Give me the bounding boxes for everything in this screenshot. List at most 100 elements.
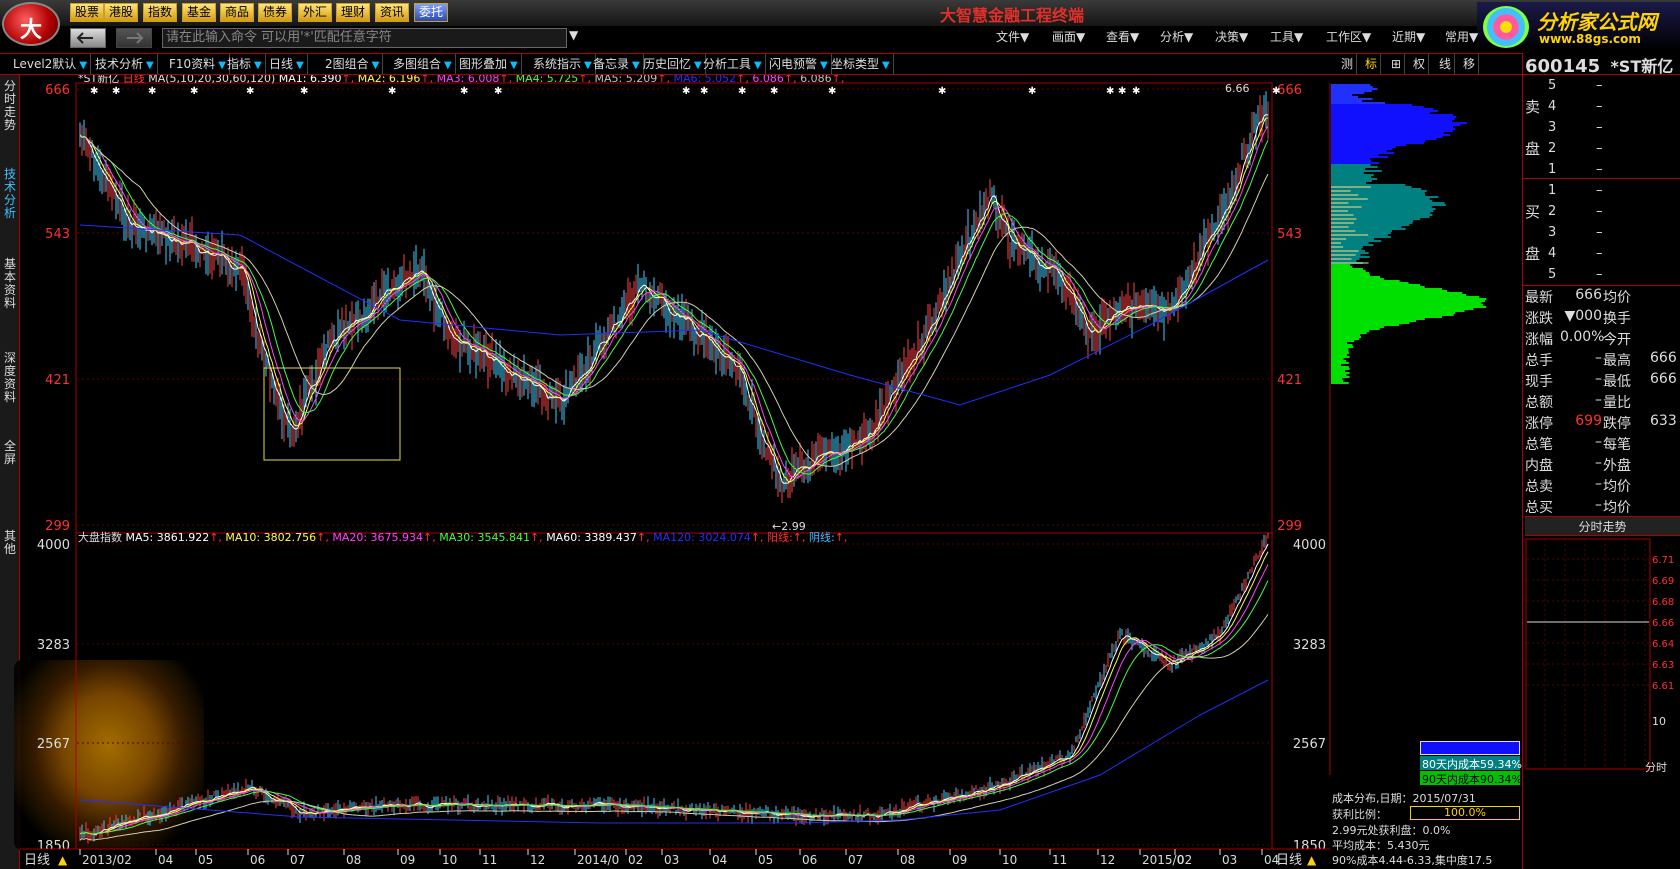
left-tab-3[interactable]: 深度资料: [2, 352, 18, 404]
legend-ma: MA60: 3389.437: [546, 531, 637, 544]
nav-button-4[interactable]: 商品: [220, 3, 255, 22]
bid-label: 买: [1525, 203, 1541, 221]
nav-button-5[interactable]: 债券: [258, 3, 293, 22]
legend-tag: MA(5,10,20,30,60,120): [148, 75, 279, 85]
menu-item-4[interactable]: 决策▼: [1215, 28, 1248, 45]
minute-tick: 6.63: [1652, 660, 1674, 671]
menu-item-5[interactable]: 工具▼: [1270, 28, 1303, 45]
app-logo-icon[interactable]: 大: [2, 2, 60, 46]
menu-item-0[interactable]: 文件▼: [996, 28, 1029, 45]
minute-tick: 6.69: [1652, 576, 1674, 587]
toolbar-item-7[interactable]: 图形叠加 ▼: [456, 54, 522, 74]
bid-level: 1: [1548, 183, 1557, 198]
cost-line: 平均成本：5.430元: [1332, 839, 1430, 852]
quote-label-b: 最高: [1603, 353, 1631, 369]
toolbar-item-12[interactable]: 闪电预警 ▼: [766, 54, 832, 74]
toolbar-right-4[interactable]: 线: [1436, 54, 1456, 74]
toolbar-right-0[interactable]: 测: [1338, 54, 1358, 74]
toolbar-item-8[interactable]: 系统指示 ▼: [530, 54, 596, 74]
quote-label-b: 均价: [1603, 479, 1631, 495]
command-dropdown-icon[interactable]: ▼: [569, 28, 578, 42]
index-tick-right: 2567: [1293, 737, 1326, 752]
quote-label: 总额: [1525, 395, 1553, 411]
legend-arrow: ↑,: [578, 75, 594, 85]
ask-price: –: [1596, 99, 1603, 114]
nav-button-6[interactable]: 外汇: [298, 3, 333, 22]
toolbar-label: 分析工具: [703, 57, 752, 71]
toolbar-item-9[interactable]: 备忘录 ▼: [590, 54, 644, 74]
index-candles: [79, 533, 1269, 844]
cost-box-3: 90天内成本90.34%: [1420, 771, 1522, 786]
toolbar-label: 日线: [269, 57, 294, 71]
quote-value: –: [1595, 455, 1602, 471]
minute-chart-title[interactable]: 分时走势: [1525, 516, 1680, 536]
toolbar-right-5[interactable]: 移: [1460, 54, 1480, 74]
nav-button-8[interactable]: 资讯: [375, 3, 410, 22]
quote-label-b: 量比: [1603, 395, 1631, 411]
quote-value: –: [1595, 350, 1602, 366]
toolbar-item-4[interactable]: 日线 ▼: [266, 54, 308, 74]
minute-chart[interactable]: 6.71 6.69 6.68 6.66 6.64 6.63 6.61 10 分时: [1525, 537, 1680, 777]
star-icon: ✱: [112, 86, 120, 97]
left-tab-0[interactable]: 分时走势: [2, 80, 18, 132]
toolbar-item-6[interactable]: 多图组合 ▼: [390, 54, 456, 74]
triangle-icon[interactable]: ▲: [58, 853, 68, 867]
toolbar-right-1[interactable]: 标: [1362, 54, 1382, 74]
command-input[interactable]: 请在此输入命令 可以用'*'匹配任意字符: [162, 28, 567, 48]
quote-label-b: 今开: [1603, 332, 1631, 348]
back-button[interactable]: [70, 28, 106, 48]
left-tab-5[interactable]: 其他: [2, 530, 18, 556]
legend-ma: MA2: 6.196: [358, 75, 421, 85]
period-label-right[interactable]: 日线: [1276, 853, 1302, 868]
forward-button[interactable]: [116, 28, 152, 48]
toolbar-right-2[interactable]: ⊞: [1388, 54, 1406, 74]
left-tab-1[interactable]: 技术分析: [2, 168, 18, 220]
left-tab-4[interactable]: 全屏: [2, 440, 18, 466]
x-tick-label: 10: [442, 853, 457, 867]
nav-button-2[interactable]: 指数: [143, 3, 178, 22]
toolbar-item-10[interactable]: 历史回忆 ▼: [640, 54, 706, 74]
nav-button-9[interactable]: 委托: [414, 3, 449, 22]
nav-button-0[interactable]: 股票: [70, 3, 105, 22]
quote-label-b: 跌停: [1603, 416, 1631, 432]
toolbar-item-0[interactable]: Level2默认 ▼: [10, 54, 92, 74]
dropdown-arrow-icon: ▼: [146, 60, 154, 71]
menu-item-7[interactable]: 近期▼: [1392, 28, 1425, 45]
toolbar-label: 图形叠加: [459, 57, 508, 71]
toolbar-item-5[interactable]: 2图组合 ▼: [322, 54, 384, 74]
toolbar-item-2[interactable]: F10资料 ▼: [166, 54, 230, 74]
flower-logo-icon: [1483, 6, 1529, 48]
legend-ma: MA30: 3545.841: [439, 531, 530, 544]
star-icon: ✱: [770, 86, 778, 97]
menu-item-8[interactable]: 常用▼: [1445, 28, 1478, 45]
quote-label: 内盘: [1525, 458, 1553, 474]
dropdown-arrow-icon: ▼: [882, 60, 890, 71]
period-label[interactable]: 日线: [24, 853, 50, 868]
toolbar-item-3[interactable]: 指标 ▼: [224, 54, 266, 74]
toolbar-label: 2图组合: [325, 57, 369, 71]
ask-level: 3: [1548, 120, 1557, 135]
chart-area[interactable]: 666 666 543 543 421 421 299 299 4000 4000 3283 3283…: [0, 75, 1522, 869]
toolbar-item-1[interactable]: 技术分析 ▼: [92, 54, 158, 74]
toolbar-item-13[interactable]: 坐标类型 ▼: [828, 54, 894, 74]
star-icon: ✱: [1132, 86, 1140, 97]
nav-button-1[interactable]: 港股: [104, 3, 139, 22]
left-tab-2[interactable]: 基本资料: [2, 258, 18, 310]
menu-item-3[interactable]: 分析▼: [1160, 28, 1193, 45]
nav-button-7[interactable]: 理财: [336, 3, 371, 22]
brand-url: www.88gs.com: [1539, 32, 1641, 46]
bid-level: 4: [1548, 246, 1557, 261]
cost-box-1: [1420, 741, 1520, 755]
menu-item-2[interactable]: 查看▼: [1106, 28, 1139, 45]
menu-item-1[interactable]: 画面▼: [1052, 28, 1085, 45]
x-tick-label: 07: [848, 853, 863, 867]
toolbar-item-11[interactable]: 分析工具 ▼: [700, 54, 766, 74]
triangle-icon[interactable]: ▲: [1307, 853, 1317, 867]
bid-price: –: [1596, 267, 1603, 282]
toolbar-right-3[interactable]: 权: [1410, 54, 1430, 74]
minute-volume-tick: 10: [1652, 715, 1666, 728]
nav-button-3[interactable]: 基金: [182, 3, 217, 22]
toolbar-label: 指标: [227, 57, 252, 71]
menu-item-6[interactable]: 工作区▼: [1326, 28, 1371, 45]
dropdown-arrow-icon: ▼: [296, 60, 304, 71]
